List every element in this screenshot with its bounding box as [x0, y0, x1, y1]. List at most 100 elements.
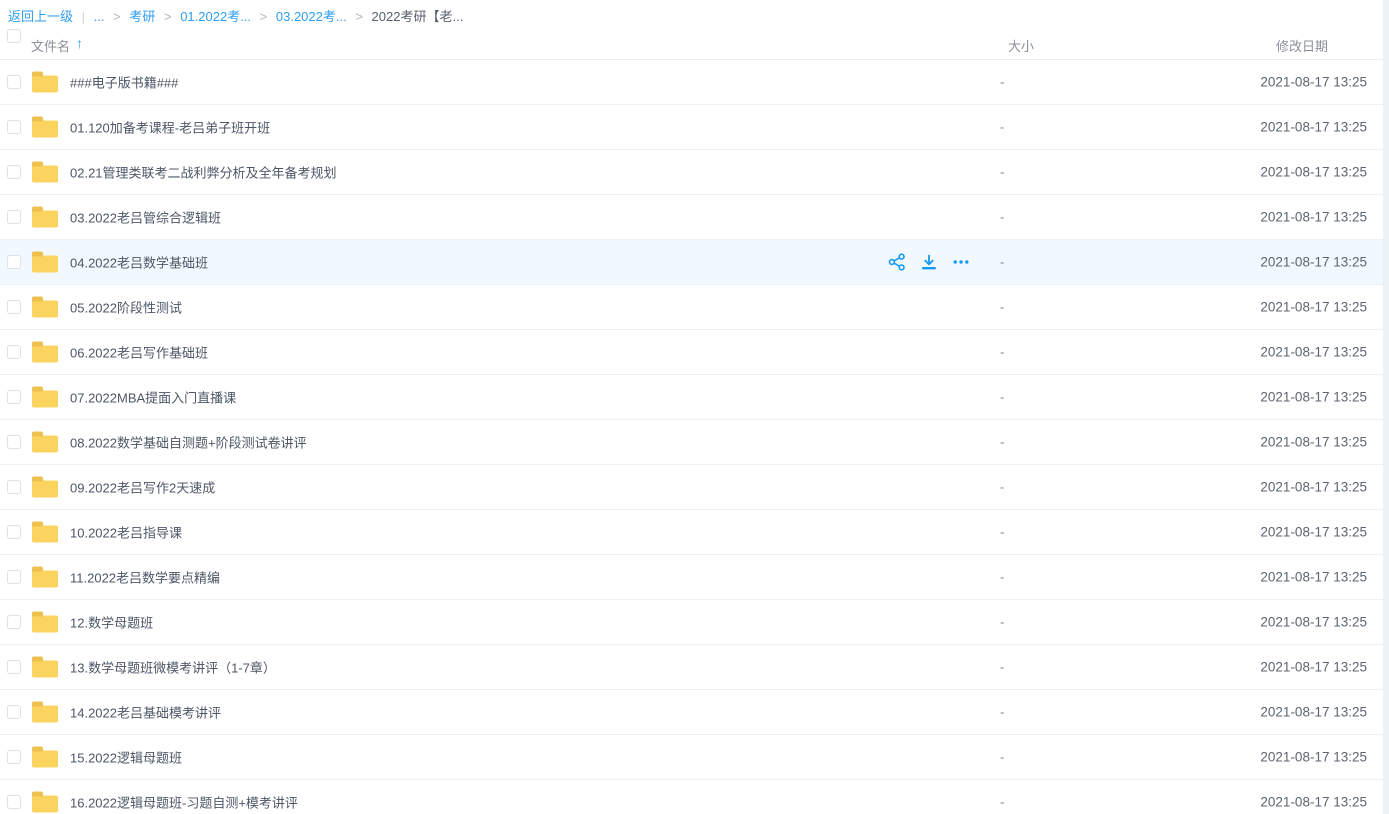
file-size: - — [1000, 525, 1004, 540]
file-date: 2021-08-17 13:25 — [1260, 345, 1367, 360]
file-name[interactable]: 08.2022数学基础自测题+阶段测试卷讲评 — [70, 433, 307, 452]
file-date: 2021-08-17 13:25 — [1260, 255, 1367, 270]
table-row[interactable]: 14.2022老吕基础模考讲评 - 2021-08-17 13:25 — [0, 690, 1389, 735]
row-checkbox[interactable] — [7, 660, 21, 674]
folder-icon — [32, 661, 58, 678]
file-date: 2021-08-17 13:25 — [1260, 165, 1367, 180]
file-size: - — [1000, 480, 1004, 495]
file-name[interactable]: 13.数学母题班微模考讲评（1-7章） — [70, 658, 276, 677]
table-row[interactable]: 08.2022数学基础自测题+阶段测试卷讲评 - 2021-08-17 13:2… — [0, 420, 1389, 465]
breadcrumb-link-ellipsis[interactable]: ... — [94, 9, 105, 24]
file-name[interactable]: 04.2022老吕数学基础班 — [70, 253, 208, 272]
file-date: 2021-08-17 13:25 — [1260, 750, 1367, 765]
file-size: - — [1000, 390, 1004, 405]
file-name[interactable]: 03.2022老吕管综合逻辑班 — [70, 208, 221, 227]
row-checkbox[interactable] — [7, 300, 21, 314]
file-name[interactable]: 02.21管理类联考二战利弊分析及全年备考规划 — [70, 163, 337, 182]
table-row[interactable]: 03.2022老吕管综合逻辑班 - 2021-08-17 13:25 — [0, 195, 1389, 240]
file-size: - — [1000, 165, 1004, 180]
row-checkbox[interactable] — [7, 480, 21, 494]
row-checkbox[interactable] — [7, 255, 21, 269]
table-row[interactable]: 02.21管理类联考二战利弊分析及全年备考规划 - 2021-08-17 13:… — [0, 150, 1389, 195]
column-header-size[interactable]: 大小 — [1008, 36, 1034, 55]
folder-icon — [32, 121, 58, 138]
table-row[interactable]: ###电子版书籍### - 2021-08-17 13:25 — [0, 60, 1389, 105]
table-row[interactable]: 09.2022老吕写作2天速成 - 2021-08-17 13:25 — [0, 465, 1389, 510]
row-checkbox[interactable] — [7, 795, 21, 809]
table-row[interactable]: 06.2022老吕写作基础班 - 2021-08-17 13:25 — [0, 330, 1389, 375]
row-checkbox[interactable] — [7, 615, 21, 629]
download-icon[interactable] — [920, 253, 938, 271]
column-header-date[interactable]: 修改日期 — [1276, 36, 1328, 55]
row-checkbox[interactable] — [7, 750, 21, 764]
breadcrumb-separator: > — [113, 9, 121, 24]
table-row[interactable]: 05.2022阶段性测试 - 2021-08-17 13:25 — [0, 285, 1389, 330]
file-date: 2021-08-17 13:25 — [1260, 120, 1367, 135]
file-list: ###电子版书籍### - 2021-08-17 13:25 — [0, 60, 1389, 814]
file-date: 2021-08-17 13:25 — [1260, 705, 1367, 720]
file-size: - — [1000, 570, 1004, 585]
row-checkbox[interactable] — [7, 570, 21, 584]
breadcrumb-link-03[interactable]: 03.2022考... — [276, 9, 347, 24]
file-name[interactable]: 05.2022阶段性测试 — [70, 298, 182, 317]
table-row[interactable]: 07.2022MBA提面入门直播课 - 2021-08-17 13:25 — [0, 375, 1389, 420]
table-row[interactable]: 15.2022逻辑母题班 - 2021-08-17 13:25 — [0, 735, 1389, 780]
table-row[interactable]: 11.2022老吕数学要点精编 - 2021-08-17 13:25 — [0, 555, 1389, 600]
file-date: 2021-08-17 13:25 — [1260, 615, 1367, 630]
list-header: 文件名 ↑ 大小 修改日期 — [0, 28, 1389, 60]
file-name[interactable]: 09.2022老吕写作2天速成 — [70, 478, 215, 497]
breadcrumb-link-01[interactable]: 01.2022考... — [180, 9, 251, 24]
file-name[interactable]: 12.数学母题班 — [70, 613, 153, 632]
folder-icon — [32, 796, 58, 813]
breadcrumb-link-kaoyan[interactable]: 考研 — [129, 9, 155, 24]
sort-ascending-icon[interactable]: ↑ — [76, 35, 83, 51]
file-size: - — [1000, 75, 1004, 90]
file-name[interactable]: 14.2022老吕基础模考讲评 — [70, 703, 221, 722]
row-checkbox[interactable] — [7, 435, 21, 449]
row-checkbox[interactable] — [7, 705, 21, 719]
folder-icon — [32, 211, 58, 228]
breadcrumb-back-link[interactable]: 返回上一级 — [8, 9, 73, 24]
file-size: - — [1000, 795, 1004, 810]
scrollbar[interactable] — [1383, 0, 1389, 814]
row-checkbox[interactable] — [7, 165, 21, 179]
more-icon[interactable] — [952, 253, 970, 271]
file-name[interactable]: 16.2022逻辑母题班-习题自测+模考讲评 — [70, 793, 298, 812]
folder-icon — [32, 301, 58, 318]
select-all-checkbox[interactable] — [7, 29, 21, 43]
file-name[interactable]: 06.2022老吕写作基础班 — [70, 343, 208, 362]
row-checkbox[interactable] — [7, 345, 21, 359]
file-name[interactable]: ###电子版书籍### — [70, 73, 178, 92]
file-name[interactable]: 07.2022MBA提面入门直播课 — [70, 388, 236, 407]
table-row[interactable]: 12.数学母题班 - 2021-08-17 13:25 — [0, 600, 1389, 645]
file-name[interactable]: 10.2022老吕指导课 — [70, 523, 182, 542]
row-checkbox[interactable] — [7, 210, 21, 224]
file-name[interactable]: 11.2022老吕数学要点精编 — [70, 568, 220, 587]
file-size: - — [1000, 660, 1004, 675]
table-row[interactable]: 16.2022逻辑母题班-习题自测+模考讲评 - 2021-08-17 13:2… — [0, 780, 1389, 814]
folder-icon — [32, 706, 58, 723]
breadcrumb-separator: > — [164, 9, 172, 24]
file-date: 2021-08-17 13:25 — [1260, 660, 1367, 675]
folder-icon — [32, 751, 58, 768]
file-name[interactable]: 01.120加备考课程-老吕弟子班开班 — [70, 118, 270, 137]
column-header-filename[interactable]: 文件名 — [31, 36, 70, 55]
file-date: 2021-08-17 13:25 — [1260, 390, 1367, 405]
row-checkbox[interactable] — [7, 75, 21, 89]
share-icon[interactable] — [888, 253, 906, 271]
file-date: 2021-08-17 13:25 — [1260, 795, 1367, 810]
row-checkbox[interactable] — [7, 390, 21, 404]
folder-icon — [32, 436, 58, 453]
file-size: - — [1000, 300, 1004, 315]
table-row[interactable]: 13.数学母题班微模考讲评（1-7章） - 2021-08-17 13:25 — [0, 645, 1389, 690]
row-checkbox[interactable] — [7, 525, 21, 539]
folder-icon — [32, 481, 58, 498]
row-checkbox[interactable] — [7, 120, 21, 134]
table-row[interactable]: 10.2022老吕指导课 - 2021-08-17 13:25 — [0, 510, 1389, 555]
table-row[interactable]: 04.2022老吕数学基础班 - 2021-08-17 13:25 — [0, 240, 1389, 285]
table-row[interactable]: 01.120加备考课程-老吕弟子班开班 - 2021-08-17 13:25 — [0, 105, 1389, 150]
breadcrumb: 返回上一级 | ... > 考研 > 01.2022考... > 03.2022… — [0, 0, 1389, 28]
file-name[interactable]: 15.2022逻辑母题班 — [70, 748, 182, 767]
file-size: - — [1000, 705, 1004, 720]
file-date: 2021-08-17 13:25 — [1260, 75, 1367, 90]
